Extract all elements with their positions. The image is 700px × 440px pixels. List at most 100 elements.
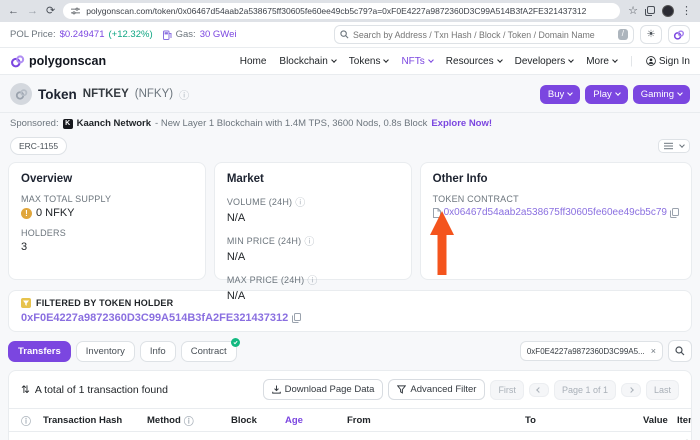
- nav-item-blockchain[interactable]: Blockchain: [279, 56, 335, 67]
- network-switcher-button[interactable]: [668, 25, 690, 44]
- info-icon[interactable]: ⓘ: [304, 233, 314, 248]
- col-from: From: [347, 415, 497, 426]
- min-price-label: MIN PRICE (24H): [227, 236, 302, 246]
- gaming-button[interactable]: Gaming: [633, 85, 690, 104]
- summary-cards: Overview MAX TOTAL SUPPLY !0 NFKY HOLDER…: [8, 162, 692, 280]
- forward-icon[interactable]: →: [27, 6, 38, 17]
- gas-pump-icon: [163, 30, 172, 40]
- col-method: Method: [147, 415, 181, 426]
- back-icon[interactable]: ←: [8, 6, 19, 17]
- search-icon: [675, 346, 685, 356]
- pagination-last-button[interactable]: Last: [646, 380, 679, 400]
- volume-value: N/A: [227, 212, 399, 224]
- annotation-arrow-icon: [429, 211, 455, 275]
- token-contract-label: TOKEN CONTRACT: [433, 194, 679, 204]
- nav-item-tokens[interactable]: Tokens: [349, 56, 389, 67]
- polygonscan-logo-icon: [10, 54, 25, 69]
- table-search-button[interactable]: [668, 340, 692, 362]
- buy-button[interactable]: Buy: [540, 85, 580, 104]
- chevron-down-icon: [679, 142, 685, 148]
- holder-filter-chip-value: 0xF0E4227a9872360D3C99A5...: [527, 347, 645, 356]
- col-age[interactable]: Age: [285, 415, 347, 426]
- tab-contract[interactable]: Contract: [181, 341, 237, 362]
- volume-label: VOLUME (24H): [227, 197, 292, 207]
- pagination-first-button[interactable]: First: [490, 380, 524, 400]
- pol-price-value[interactable]: $0.249471: [60, 29, 105, 40]
- main-navbar: polygonscan Home Blockchain Tokens NFTs …: [0, 48, 700, 75]
- nav-item-resources[interactable]: Resources: [446, 56, 502, 67]
- pagination-next-button[interactable]: [621, 383, 641, 397]
- other-info-card: Other Info TOKEN CONTRACT 0x06467d54aab2…: [420, 162, 692, 280]
- tab-switcher-icon[interactable]: [645, 6, 655, 16]
- tab-info[interactable]: Info: [140, 341, 176, 362]
- tab-transfers[interactable]: Transfers: [8, 341, 71, 362]
- gas-value[interactable]: 30 GWei: [200, 29, 237, 40]
- chevron-down-icon: [428, 57, 434, 63]
- advanced-filter-button[interactable]: Advanced Filter: [388, 379, 485, 400]
- page-title: Token: [38, 87, 77, 102]
- refresh-icon[interactable]: ⟳: [46, 6, 55, 17]
- holders-label: HOLDERS: [21, 228, 193, 238]
- card-view-toggle-button[interactable]: [658, 139, 690, 153]
- table-header-row: ⓘ Transaction Hash Methodⓘ Block Age Fro…: [9, 408, 691, 432]
- info-icon[interactable]: ⓘ: [179, 87, 189, 102]
- brand-logo[interactable]: polygonscan: [10, 54, 106, 69]
- col-to: To: [497, 415, 643, 426]
- col-transaction-hash: Transaction Hash: [43, 415, 147, 426]
- pagination-prev-button[interactable]: [529, 383, 549, 397]
- tab-inventory[interactable]: Inventory: [76, 341, 135, 362]
- download-page-data-button[interactable]: Download Page Data: [263, 379, 384, 400]
- chevron-down-icon: [567, 90, 573, 96]
- chevron-down-icon: [497, 57, 503, 63]
- browser-menu-icon[interactable]: ⋮: [681, 6, 692, 17]
- list-icon: [664, 142, 673, 150]
- warning-icon[interactable]: !: [21, 208, 32, 219]
- nav-item-developers[interactable]: Developers: [515, 56, 574, 67]
- info-icon[interactable]: ⓘ: [21, 413, 43, 428]
- max-supply-label: MAX TOTAL SUPPLY: [21, 194, 193, 204]
- global-search-box[interactable]: /: [334, 25, 634, 44]
- browser-chrome: ← → ⟳ polygonscan.com/token/0x06467d54aa…: [0, 0, 700, 22]
- max-price-label: MAX PRICE (24H): [227, 275, 305, 285]
- browser-profile-avatar[interactable]: [662, 5, 674, 17]
- info-icon[interactable]: ⓘ: [184, 413, 194, 428]
- holder-filter-chip[interactable]: 0xF0E4227a9872360D3C99A5... ×: [520, 341, 663, 361]
- token-contract-address-link[interactable]: 0x06467d54aab2a538675ff30605fe60ee49cb5c…: [444, 207, 667, 218]
- col-block: Block: [231, 415, 285, 426]
- nav-item-more[interactable]: More: [586, 56, 617, 67]
- info-icon[interactable]: ⓘ: [295, 194, 305, 209]
- info-icon[interactable]: ⓘ: [307, 272, 317, 287]
- polygonscan-token-page: ← → ⟳ polygonscan.com/token/0x06467d54aa…: [0, 0, 700, 440]
- copy-icon[interactable]: [292, 313, 301, 323]
- holders-value: 3: [21, 241, 193, 253]
- site-settings-icon[interactable]: [71, 7, 80, 15]
- sort-icon[interactable]: ⇅: [21, 384, 30, 396]
- close-icon[interactable]: ×: [651, 346, 656, 356]
- pagination-status: Page 1 of 1: [554, 380, 616, 400]
- url-bar[interactable]: polygonscan.com/token/0x06467d54aab2a538…: [63, 3, 620, 19]
- play-button[interactable]: Play: [585, 85, 627, 104]
- chevron-down-icon: [615, 90, 621, 96]
- tabs-row: Transfers Inventory Info Contract 0xF0E4…: [8, 340, 692, 362]
- copy-icon[interactable]: [670, 208, 679, 218]
- global-search-input[interactable]: [353, 30, 614, 40]
- sponsored-cta-link[interactable]: Explore Now!: [431, 118, 492, 129]
- sponsored-label: Sponsored:: [10, 118, 59, 129]
- table-row: 0x87104b07f6e... Safe Transfer ... 67842…: [9, 432, 691, 440]
- brand-name: polygonscan: [29, 54, 106, 68]
- download-icon: [272, 385, 281, 394]
- sign-in-button[interactable]: Sign In: [646, 56, 690, 67]
- bookmark-star-icon[interactable]: ☆: [628, 6, 638, 17]
- filtered-holder-address-link[interactable]: 0xF0E4227a9872360D3C99A514B3fA2FE3214373…: [21, 312, 288, 324]
- max-supply-value: 0 NFKY: [36, 207, 75, 219]
- advertiser-name[interactable]: Kaanch Network: [77, 118, 151, 129]
- nav-item-nfts[interactable]: NFTs: [401, 56, 432, 67]
- theme-toggle-button[interactable]: ☀: [640, 25, 662, 44]
- col-value: Value: [643, 415, 677, 426]
- nav-item-home[interactable]: Home: [240, 56, 267, 67]
- chevron-left-icon: [536, 387, 542, 393]
- token-header: Token NFTKEY (NFKY) ⓘ Buy Play Gaming: [0, 75, 700, 112]
- filter-banner-label: FILTERED BY TOKEN HOLDER: [36, 298, 173, 308]
- chevron-down-icon: [331, 57, 337, 63]
- chevron-down-icon: [384, 57, 390, 63]
